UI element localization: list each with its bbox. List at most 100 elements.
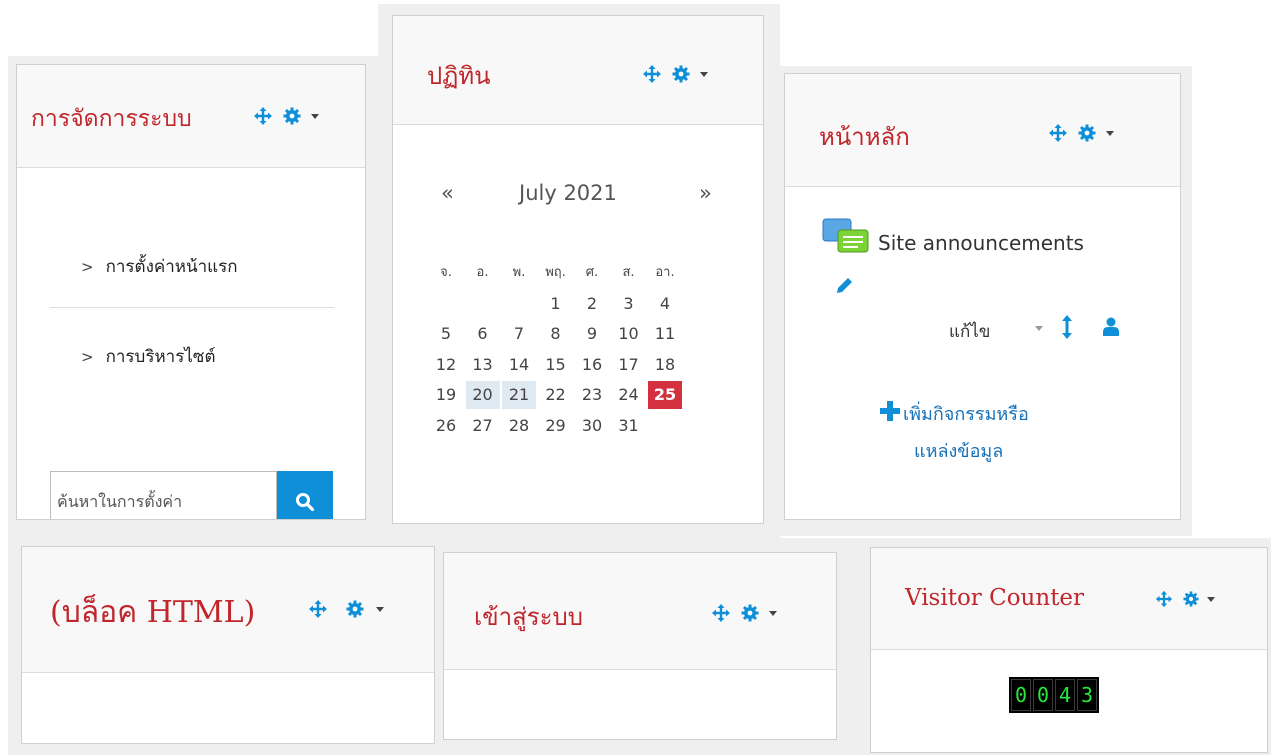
calendar-day[interactable]: 9 [575, 320, 609, 348]
calendar-day[interactable]: 31 [612, 412, 646, 440]
calendar-day[interactable]: 11 [648, 320, 682, 348]
calendar-day[interactable]: 14 [502, 351, 536, 379]
calendar-weekday: พ. [512, 265, 526, 280]
settings-search-input[interactable] [50, 471, 277, 519]
calendar-day[interactable]: 21 [502, 381, 536, 409]
calendar-day[interactable]: 30 [575, 412, 609, 440]
add-activity-link[interactable]: เพิ่มกิจกรรมหรือ [903, 399, 1029, 428]
chevron-down-icon [1207, 596, 1215, 602]
forum-link[interactable]: Site announcements [878, 231, 1084, 255]
move-icon[interactable] [308, 599, 328, 619]
block-title: ปฏิทิน [427, 62, 491, 90]
calendar-day[interactable]: 18 [648, 351, 682, 379]
block-title: การจัดการระบบ [31, 106, 192, 132]
calendar-weekday: ศ. [585, 265, 599, 280]
block-title: เข้าสู่ระบบ [474, 603, 583, 631]
calendar-day[interactable]: 26 [429, 412, 463, 440]
calendar-day[interactable]: 1 [539, 290, 573, 318]
visitor-counter-block: Visitor Counter 0 0 4 3 [870, 547, 1268, 753]
gear-icon[interactable] [672, 65, 708, 83]
chevron-down-icon [376, 606, 384, 612]
search-button[interactable] [277, 471, 333, 519]
chevron-down-icon [1106, 130, 1114, 136]
calendar-day[interactable]: 7 [502, 320, 536, 348]
calendar-weekday: จ. [440, 265, 452, 280]
chevron-down-icon [769, 610, 777, 616]
calendar-weekday: ส. [622, 265, 635, 280]
move-icon[interactable] [1155, 590, 1173, 608]
calendar-prev-month-link[interactable]: « [441, 181, 454, 205]
block-title: Visitor Counter [905, 585, 1085, 611]
calendar-day[interactable]: 23 [575, 381, 609, 409]
calendar-day[interactable]: 8 [539, 320, 573, 348]
gear-icon[interactable] [1078, 124, 1114, 142]
visitor-counter: 0 0 4 3 [1009, 677, 1099, 713]
calendar-month-label: July 2021 [519, 181, 617, 205]
user-icon[interactable] [1103, 317, 1119, 336]
calendar-day[interactable]: 17 [612, 351, 646, 379]
calendar-day[interactable]: 12 [429, 351, 463, 379]
counter-digit: 3 [1077, 679, 1097, 711]
add-activity-link-line2[interactable]: แหล่งข้อมูล [914, 436, 1003, 465]
chevron-down-icon[interactable] [1035, 326, 1043, 331]
block-header: การจัดการระบบ [17, 65, 365, 168]
move-icon[interactable] [711, 603, 731, 623]
pencil-icon[interactable] [834, 276, 854, 296]
calendar-day[interactable]: 16 [575, 351, 609, 379]
calendar-day[interactable]: 10 [612, 320, 646, 348]
calendar-day[interactable]: 28 [502, 412, 536, 440]
nav-item-label: การบริหารไซต์ [105, 347, 216, 367]
main-menu-block: หน้าหลัก Site announcements แก้ไข เพิ่มก… [784, 73, 1181, 520]
nav-item-site-administration[interactable]: > การบริหารไซต์ [81, 343, 215, 370]
search-icon [296, 492, 315, 511]
chevron-right-icon: > [81, 257, 94, 276]
calendar-weekday: อา. [655, 265, 675, 280]
move-icon[interactable] [1048, 123, 1068, 143]
calendar-day-today[interactable]: 25 [648, 381, 682, 409]
gear-icon[interactable] [283, 107, 319, 125]
block-header: ปฏิทิน [393, 16, 763, 125]
calendar-day[interactable]: 2 [575, 290, 609, 318]
counter-digit: 0 [1033, 679, 1053, 711]
login-block: เข้าสู่ระบบ [443, 552, 837, 740]
calendar-next-month-link[interactable]: » [699, 181, 712, 205]
gear-icon[interactable] [346, 600, 384, 618]
plus-icon[interactable] [879, 400, 901, 422]
calendar-day[interactable]: 5 [429, 320, 463, 348]
edit-menu-label[interactable]: แก้ไข [949, 318, 990, 345]
block-header: Visitor Counter [871, 548, 1267, 650]
forum-icon [822, 218, 869, 253]
calendar-day[interactable]: 19 [429, 381, 463, 409]
block-header: (บล็อค HTML) [22, 547, 434, 673]
block-title: (บล็อค HTML) [50, 595, 256, 630]
block-header: หน้าหลัก [785, 74, 1180, 187]
calendar-day[interactable]: 24 [612, 381, 646, 409]
calendar-day[interactable]: 13 [466, 351, 500, 379]
move-icon[interactable] [253, 106, 273, 126]
block-title: หน้าหลัก [819, 123, 910, 151]
calendar-day[interactable]: 29 [539, 412, 573, 440]
chevron-down-icon [311, 113, 319, 119]
block-header: เข้าสู่ระบบ [444, 553, 836, 670]
calendar-weekday: พฤ. [545, 265, 566, 280]
counter-digit: 4 [1055, 679, 1075, 711]
nav-item-label: การตั้งค่าหน้าแรก [105, 257, 238, 277]
chevron-right-icon: > [81, 347, 94, 366]
site-administration-block: การจัดการระบบ > การตั้งค่าหน้าแรก > การบ… [16, 64, 366, 520]
calendar-day[interactable]: 4 [648, 290, 682, 318]
gear-icon[interactable] [741, 604, 777, 622]
divider [50, 307, 334, 308]
calendar-day[interactable]: 3 [612, 290, 646, 318]
gear-icon[interactable] [1183, 591, 1215, 607]
move-vertical-icon[interactable] [1060, 314, 1074, 340]
calendar-day[interactable]: 22 [539, 381, 573, 409]
chevron-down-icon [700, 71, 708, 77]
move-icon[interactable] [642, 64, 662, 84]
counter-digit: 0 [1011, 679, 1031, 711]
calendar-day[interactable]: 27 [466, 412, 500, 440]
calendar-day[interactable]: 6 [466, 320, 500, 348]
calendar-day[interactable]: 15 [539, 351, 573, 379]
calendar-block: ปฏิทิน « July 2021 » จ. อ. พ. พฤ. ศ. ส. อา. 1 2 3… [392, 15, 764, 524]
nav-item-frontpage-settings[interactable]: > การตั้งค่าหน้าแรก [81, 253, 238, 280]
calendar-day[interactable]: 20 [465, 381, 500, 409]
